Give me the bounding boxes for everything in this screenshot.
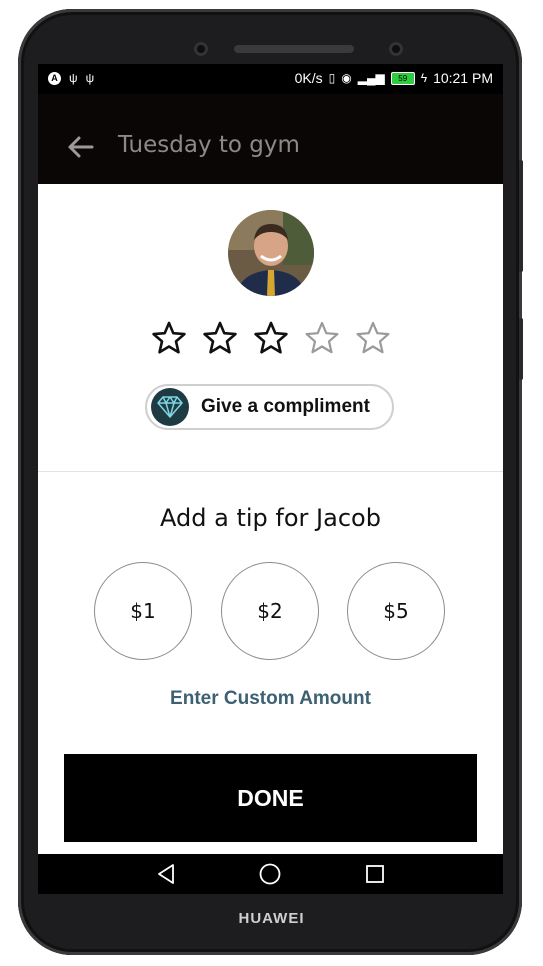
tip-title: Add a tip for Jacob xyxy=(160,504,381,532)
divider xyxy=(38,471,503,472)
star-icon-2[interactable] xyxy=(202,320,238,356)
device-brand: HUAWEI xyxy=(238,910,305,927)
eye-icon: ◉ xyxy=(341,71,352,85)
signal-icon: ▂▄▆ xyxy=(357,71,385,85)
usb-icon: ψ xyxy=(69,71,78,85)
status-bar: A ψ ψ 0K/s ▯ ◉ ▂▄▆ 59 ϟ 10:21 PM xyxy=(38,64,503,94)
arrow-left-icon xyxy=(68,136,94,158)
done-button[interactable]: DONE xyxy=(64,754,477,842)
recents-square-icon[interactable] xyxy=(363,862,387,886)
battery-icon: 59 xyxy=(390,71,415,85)
usb-icon: ψ xyxy=(85,71,95,85)
vibrate-icon: ▯ xyxy=(328,71,336,85)
battery-level: 59 xyxy=(398,73,408,83)
star-icon-4[interactable] xyxy=(304,320,340,356)
avatar xyxy=(228,210,314,296)
a-icon: A xyxy=(48,71,61,85)
enter-custom-amount-link[interactable]: Enter Custom Amount xyxy=(38,688,503,710)
sensor-icon xyxy=(389,42,403,56)
tip-option-5[interactable]: $5 xyxy=(347,562,445,660)
power-button xyxy=(519,160,523,272)
page-title: Tuesday to gym xyxy=(118,132,300,158)
compliment-label: Give a compliment xyxy=(201,396,370,417)
front-camera-icon xyxy=(194,42,208,56)
home-circle-icon[interactable] xyxy=(258,862,282,886)
star-icon-3[interactable] xyxy=(253,320,289,356)
volume-button xyxy=(519,318,523,380)
android-nav-bar xyxy=(38,854,503,894)
tip-option-1[interactable]: $1 xyxy=(94,562,192,660)
give-compliment-button[interactable]: Give a compliment xyxy=(145,384,394,430)
back-button[interactable] xyxy=(66,132,96,162)
charging-icon: ϟ xyxy=(420,71,428,85)
back-triangle-icon[interactable] xyxy=(154,862,178,886)
star-rating xyxy=(151,320,391,356)
network-speed: 0K/s xyxy=(294,70,323,86)
star-icon-5[interactable] xyxy=(355,320,391,356)
clock: 10:21 PM xyxy=(433,70,493,86)
app-bar: Tuesday to gym xyxy=(38,94,503,184)
tip-option-2[interactable]: $2 xyxy=(221,562,319,660)
star-icon-1[interactable] xyxy=(151,320,187,356)
diamond-icon xyxy=(151,388,189,426)
earpiece xyxy=(234,45,354,53)
screen: A ψ ψ 0K/s ▯ ◉ ▂▄▆ 59 ϟ 10:21 PM Tuesday… xyxy=(38,64,503,854)
